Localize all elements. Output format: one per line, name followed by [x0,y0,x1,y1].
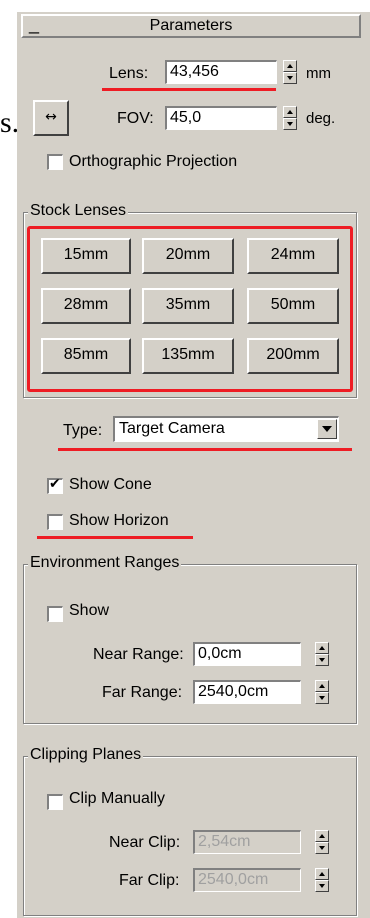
near-clip-label: Near Clip: [109,834,181,851]
lens-85mm-button[interactable]: 85mm [41,338,131,374]
lens-spinner[interactable] [283,60,297,84]
spinner-down-icon[interactable] [315,654,329,666]
environment-ranges-group: Environment Ranges [23,554,357,724]
far-clip-field[interactable]: 2540,0cm [193,868,301,892]
lens-underline-annotation [102,88,276,91]
far-range-spinner[interactable] [315,680,329,704]
far-range-field[interactable]: 2540,0cm [193,680,301,704]
orthographic-checkbox[interactable] [47,154,63,170]
double-arrow-icon: ↔ [45,109,57,125]
lens-24mm-button[interactable]: 24mm [247,238,339,274]
clip-manually-checkbox[interactable] [47,794,63,810]
lens-28mm-button[interactable]: 28mm [41,288,131,324]
type-dropdown[interactable]: Target Camera [113,416,339,442]
type-underline-annotation [58,448,352,451]
lens-200mm-button[interactable]: 200mm [247,338,339,374]
parameters-rollout: _ Parameters Lens: 43,456 mm ↔ FOV: 45,0… [17,12,370,918]
show-horizon-checkbox[interactable] [47,514,63,530]
lens-15mm-button[interactable]: 15mm [41,238,131,274]
type-label: Type: [63,422,103,439]
spinner-up-icon[interactable] [283,106,297,118]
near-range-spinner[interactable] [315,642,329,666]
lens-label: Lens: [109,65,149,82]
show-cone-label: Show Cone [69,476,152,493]
spinner-down-icon[interactable] [315,880,329,892]
spinner-up-icon[interactable] [315,642,329,654]
fov-field[interactable]: 45,0 [165,106,277,130]
lens-unit: mm [306,65,331,82]
spinner-up-icon[interactable] [315,830,329,842]
clipping-planes-group: Clipping Planes [23,746,357,916]
near-range-label: Near Range: [93,646,184,663]
spinner-up-icon[interactable] [315,680,329,692]
environment-ranges-title: Environment Ranges [28,554,182,572]
lens-field[interactable]: 43,456 [165,60,277,84]
show-cone-checkbox[interactable] [47,476,63,494]
spinner-down-icon[interactable] [315,692,329,704]
lens-35mm-button[interactable]: 35mm [142,288,234,324]
env-show-label: Show [69,602,110,619]
show-horizon-underline-annotation [37,536,193,539]
far-range-label: Far Range: [102,684,183,701]
lens-50mm-button[interactable]: 50mm [247,288,339,324]
dropdown-arrow-icon[interactable] [317,419,337,439]
far-clip-label: Far Clip: [119,872,180,889]
rollout-title: Parameters [149,17,233,34]
spinner-down-icon[interactable] [315,842,329,854]
fov-label: FOV: [117,110,154,127]
near-clip-spinner[interactable] [315,830,329,854]
show-horizon-label: Show Horizon [69,512,169,529]
spinner-down-icon[interactable] [283,72,297,84]
spinner-down-icon[interactable] [283,118,297,130]
env-show-checkbox[interactable] [47,606,63,622]
type-dropdown-value: Target Camera [119,420,225,437]
lens-20mm-button[interactable]: 20mm [142,238,234,274]
rollout-titlebar[interactable]: _ Parameters [21,14,361,38]
near-range-field[interactable]: 0,0cm [193,642,301,666]
near-clip-field[interactable]: 2,54cm [193,830,301,854]
lens-135mm-button[interactable]: 135mm [142,338,234,374]
fov-unit: deg. [306,110,336,127]
far-clip-spinner[interactable] [315,868,329,892]
spinner-up-icon[interactable] [283,60,297,72]
clipping-planes-title: Clipping Planes [28,746,144,764]
clip-manually-label: Clip Manually [69,790,166,807]
orthographic-label: Orthographic Projection [69,153,238,170]
stock-lenses-title: Stock Lenses [28,202,129,220]
spinner-up-icon[interactable] [315,868,329,880]
fov-direction-button[interactable]: ↔ [33,100,69,136]
fov-spinner[interactable] [283,106,297,130]
